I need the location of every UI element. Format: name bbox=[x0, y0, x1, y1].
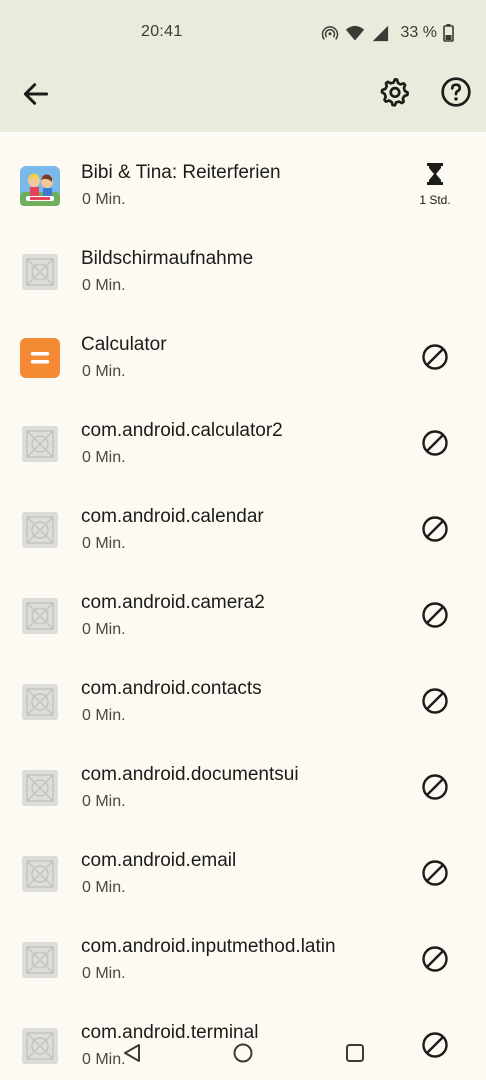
status-time: 20:41 bbox=[141, 23, 183, 40]
calculator-app-icon bbox=[20, 338, 60, 378]
placeholder-app-icon bbox=[22, 770, 58, 806]
blocked-icon[interactable] bbox=[420, 944, 450, 974]
blocked-icon[interactable] bbox=[420, 686, 450, 716]
app-row[interactable]: Bildschirmaufnahme 0 Min. bbox=[0, 218, 486, 304]
app-usage: 0 Min. bbox=[82, 793, 126, 810]
nav-recents-icon[interactable] bbox=[344, 1042, 366, 1064]
placeholder-app-icon bbox=[22, 512, 58, 548]
nav-home-icon[interactable] bbox=[232, 1042, 254, 1064]
signal-icon bbox=[372, 25, 388, 42]
app-usage: 0 Min. bbox=[82, 621, 126, 638]
app-usage: 0 Min. bbox=[82, 277, 126, 294]
blocked-icon[interactable] bbox=[420, 342, 450, 372]
app-row[interactable]: com.android.inputmethod.latin 0 Min. bbox=[0, 906, 486, 992]
app-name: com.android.camera2 bbox=[81, 592, 265, 613]
app-usage: 0 Min. bbox=[82, 707, 126, 724]
nav-back-icon[interactable] bbox=[121, 1042, 143, 1064]
help-icon[interactable] bbox=[440, 76, 472, 108]
app-usage: 0 Min. bbox=[82, 879, 126, 896]
app-row[interactable]: com.android.calculator2 0 Min. bbox=[0, 390, 486, 476]
app-row[interactable]: com.android.camera2 0 Min. bbox=[0, 562, 486, 648]
app-usage: 0 Min. bbox=[82, 191, 126, 208]
app-usage: 0 Min. bbox=[82, 535, 126, 552]
app-name: Bildschirmaufnahme bbox=[81, 248, 254, 269]
placeholder-app-icon bbox=[22, 598, 58, 634]
blocked-icon[interactable] bbox=[420, 514, 450, 544]
app-row[interactable]: com.android.documentsui 0 Min. bbox=[0, 734, 486, 820]
placeholder-app-icon bbox=[22, 426, 58, 462]
gear-icon[interactable] bbox=[379, 76, 411, 108]
bibi-tina-game-icon bbox=[20, 166, 60, 206]
app-row[interactable]: com.android.contacts 0 Min. bbox=[0, 648, 486, 734]
app-row[interactable]: com.android.calendar 0 Min. bbox=[0, 476, 486, 562]
app-usage: 0 Min. bbox=[82, 449, 126, 466]
hourglass-icon bbox=[427, 163, 443, 185]
time-limit[interactable]: 1 Std. bbox=[410, 162, 460, 207]
back-arrow-icon[interactable] bbox=[20, 78, 52, 110]
app-name: Calculator bbox=[81, 334, 167, 355]
blocked-icon[interactable] bbox=[420, 772, 450, 802]
app-usage: 0 Min. bbox=[82, 363, 126, 380]
placeholder-app-icon bbox=[22, 856, 58, 892]
wifi-icon bbox=[345, 25, 364, 41]
placeholder-app-icon bbox=[22, 254, 58, 290]
blocked-icon[interactable] bbox=[420, 858, 450, 888]
system-nav-bar bbox=[0, 1030, 486, 1074]
app-row[interactable]: Calculator 0 Min. bbox=[0, 304, 486, 390]
blocked-icon[interactable] bbox=[420, 428, 450, 458]
placeholder-app-icon bbox=[22, 684, 58, 720]
app-row[interactable]: Bibi & Tina: Reiterferien 0 Min. 1 Std. bbox=[0, 132, 486, 218]
time-limit-label: 1 Std. bbox=[419, 193, 451, 207]
battery-icon bbox=[443, 24, 454, 42]
status-bar: 20:41 33 % bbox=[0, 0, 486, 64]
placeholder-app-icon bbox=[22, 942, 58, 978]
app-name: com.android.calculator2 bbox=[81, 420, 283, 441]
app-list: Bibi & Tina: Reiterferien 0 Min. 1 Std. … bbox=[0, 132, 486, 1078]
blocked-icon[interactable] bbox=[420, 600, 450, 630]
app-name: com.android.calendar bbox=[81, 506, 264, 527]
status-icons: 33 % bbox=[321, 22, 454, 44]
app-name: com.android.inputmethod.latin bbox=[81, 936, 336, 957]
app-name: com.android.email bbox=[81, 850, 237, 871]
app-name: Bibi & Tina: Reiterferien bbox=[81, 162, 281, 183]
battery-percent: 33 % bbox=[400, 24, 437, 41]
app-name: com.android.contacts bbox=[81, 678, 262, 699]
app-usage: 0 Min. bbox=[82, 965, 126, 982]
app-row[interactable]: com.android.email 0 Min. bbox=[0, 820, 486, 906]
hotspot-icon bbox=[321, 26, 338, 40]
app-bar bbox=[0, 64, 486, 132]
app-name: com.android.documentsui bbox=[81, 764, 299, 785]
